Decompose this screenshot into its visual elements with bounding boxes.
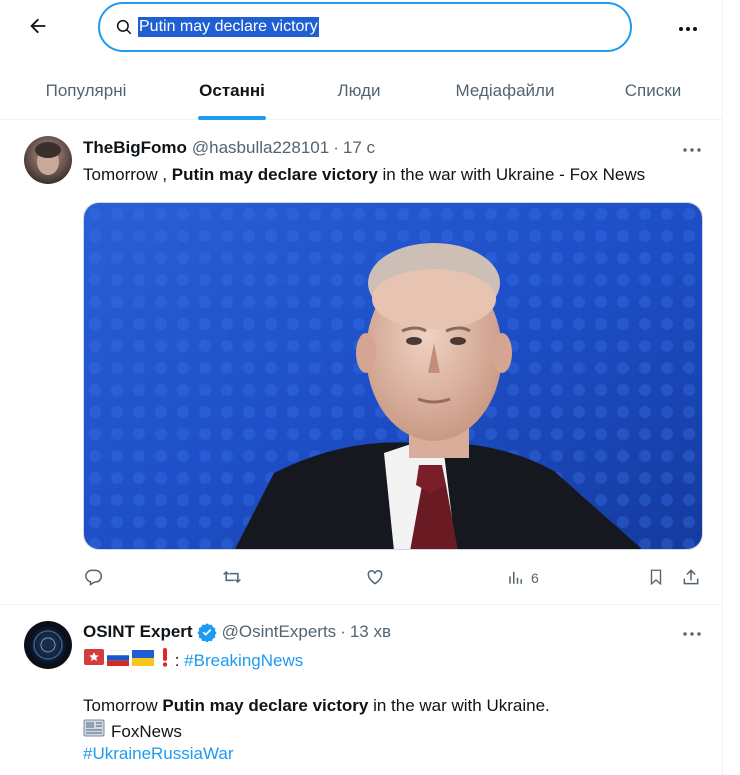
tweet-more-button[interactable] <box>678 138 706 158</box>
author-handle[interactable]: @hasbulla228101 <box>192 138 329 158</box>
hashtag-link[interactable]: #UkraineRussiaWar <box>83 742 234 766</box>
views-count: 6 <box>531 570 539 586</box>
more-icon <box>683 139 701 157</box>
verified-icon <box>197 622 217 642</box>
share-button[interactable] <box>681 566 701 590</box>
reply-button[interactable] <box>83 566 103 590</box>
back-button[interactable] <box>22 12 54 44</box>
tab-label: Популярні <box>45 81 127 100</box>
author-name[interactable]: TheBigFomo <box>83 138 187 158</box>
tweet-text-line1: : #BreakingNews <box>83 647 303 674</box>
exclamation-icon <box>160 647 170 674</box>
separator-dot: · <box>340 622 346 641</box>
tweet-photo[interactable] <box>83 202 703 550</box>
tweet-text: Tomorrow Putin may declare victory in th… <box>83 694 550 718</box>
search-icon <box>114 17 134 37</box>
tab-label: Списки <box>624 81 682 100</box>
like-button[interactable] <box>365 566 385 590</box>
more-icon <box>683 623 701 641</box>
search-match: Putin may declare victory <box>162 696 369 715</box>
avatar[interactable] <box>24 136 72 184</box>
tab-latest[interactable]: Останні <box>172 62 292 120</box>
newspaper-icon <box>83 718 105 745</box>
active-tab-indicator <box>198 116 266 120</box>
tweet[interactable]: TheBigFomo @hasbulla228101 · 17 с Tomorr… <box>0 121 722 605</box>
tweet-text: Tomorrow , Putin may declare victory in … <box>83 163 645 187</box>
like-icon <box>365 567 385 590</box>
tweet-source-line: FoxNews <box>83 718 182 745</box>
text-segment: : <box>170 650 185 670</box>
tweet-time[interactable]: 13 хв <box>350 622 391 642</box>
tweet-time[interactable]: 17 с <box>343 138 375 158</box>
avatar[interactable] <box>24 621 72 669</box>
tweet-header: TheBigFomo @hasbulla228101 · 17 с <box>83 138 375 158</box>
tab-media[interactable]: Медіафайли <box>426 62 584 120</box>
tab-label: Люди <box>337 81 381 100</box>
search-box[interactable]: Putin may declare victory <box>98 2 632 52</box>
top-bar: Putin may declare victory <box>0 0 740 58</box>
tweet-header: OSINT Expert @OsintExperts · 13 хв <box>83 622 391 642</box>
bookmark-icon <box>647 567 665 590</box>
separator-dot: · <box>333 138 339 157</box>
tab-lists[interactable]: Списки <box>584 62 722 120</box>
share-icon <box>681 567 701 590</box>
tweet-more-button[interactable] <box>678 622 706 642</box>
alert-flag-icon <box>83 648 105 673</box>
repost-button[interactable] <box>221 566 243 590</box>
author-name[interactable]: OSINT Expert <box>83 622 193 642</box>
repost-icon <box>221 567 243 590</box>
back-arrow-icon <box>27 15 49 42</box>
russia-flag-icon <box>106 649 130 673</box>
search-match: Putin may declare victory <box>171 165 378 184</box>
more-icon <box>678 19 698 37</box>
search-tabs: Популярні Останні Люди Медіафайли Списки <box>0 62 722 120</box>
more-options-button[interactable] <box>672 12 704 44</box>
bookmark-button[interactable] <box>647 566 665 590</box>
reply-icon <box>83 567 103 590</box>
search-input[interactable]: Putin may declare victory <box>138 17 319 37</box>
text-segment: in the war with Ukraine - Fox News <box>377 165 646 184</box>
ukraine-flag-icon <box>132 649 154 673</box>
tweet-actions: 6 <box>83 566 705 590</box>
tweet[interactable]: OSINT Expert @OsintExperts · 13 хв : #Br… <box>0 605 722 775</box>
tab-popular[interactable]: Популярні <box>0 62 172 120</box>
tab-label: Медіафайли <box>455 81 555 100</box>
tab-label: Останні <box>199 81 265 100</box>
text-segment: Tomorrow <box>83 696 163 715</box>
views-icon <box>507 568 525 589</box>
tab-people[interactable]: Люди <box>292 62 426 120</box>
author-handle[interactable]: @OsintExperts <box>222 622 337 642</box>
text-segment: Tomorrow , <box>83 165 172 184</box>
hashtag-link[interactable]: #BreakingNews <box>184 649 303 673</box>
column-divider <box>722 0 723 775</box>
source-text: FoxNews <box>111 721 182 741</box>
text-segment: in the war with Ukraine. <box>368 696 550 715</box>
views-button[interactable]: 6 <box>507 566 539 590</box>
